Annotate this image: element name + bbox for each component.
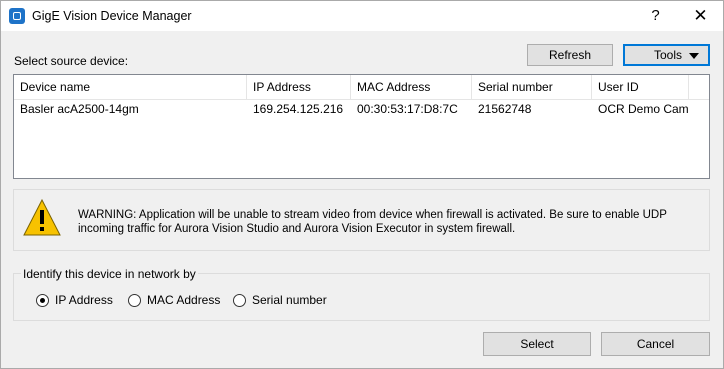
radio-label-serial-number: Serial number: [252, 293, 327, 307]
radio-mac-address[interactable]: MAC Address: [128, 293, 223, 309]
help-button[interactable]: ?: [633, 1, 678, 31]
dialog-window: GigE Vision Device Manager ? ✕ Select so…: [0, 0, 724, 369]
radio-indicator: [233, 294, 246, 307]
warning-panel: WARNING: Application will be unable to s…: [13, 189, 710, 251]
identify-group-title: Identify this device in network by: [21, 267, 198, 281]
chevron-down-icon: [689, 53, 699, 59]
column-header-serial-number[interactable]: Serial number: [472, 75, 592, 99]
cell-ip-address: 169.254.125.216: [253, 102, 344, 116]
column-header-mac-address[interactable]: MAC Address: [351, 75, 472, 99]
tools-dropdown-button[interactable]: Tools: [623, 44, 710, 66]
select-button[interactable]: Select: [483, 332, 591, 356]
radio-label-mac-address: MAC Address: [147, 293, 221, 307]
device-list-header: Device name IP Address MAC Address Seria…: [14, 75, 709, 100]
radio-indicator: [128, 294, 141, 307]
column-header-ip-address[interactable]: IP Address: [247, 75, 351, 99]
column-header-user-id[interactable]: User ID: [592, 75, 689, 99]
radio-ip-address[interactable]: IP Address: [36, 293, 116, 309]
cell-user-id: OCR Demo Cam...: [598, 102, 689, 116]
select-source-label: Select source device:: [14, 54, 129, 68]
warning-message: WARNING: Application will be unable to s…: [78, 209, 667, 235]
cancel-button[interactable]: Cancel: [601, 332, 710, 356]
column-header-device-name[interactable]: Device name: [14, 75, 247, 99]
radio-label-ip-address: IP Address: [55, 293, 113, 307]
app-icon: [9, 8, 25, 24]
close-button[interactable]: ✕: [678, 1, 723, 31]
title-bar: GigE Vision Device Manager ? ✕: [1, 1, 723, 31]
tools-label: Tools: [654, 48, 683, 62]
refresh-button[interactable]: Refresh: [527, 44, 613, 66]
radio-indicator-checked: [36, 294, 49, 307]
device-list[interactable]: Device name IP Address MAC Address Seria…: [13, 74, 710, 179]
table-row[interactable]: Basler acA2500-14gm 169.254.125.216 00:3…: [14, 99, 709, 119]
cell-device-name: Basler acA2500-14gm: [20, 102, 139, 116]
warning-triangle-icon: [23, 198, 61, 236]
cell-mac-address: 00:30:53:17:D8:7C: [357, 102, 458, 116]
cell-serial-number: 21562748: [478, 102, 532, 116]
window-title: GigE Vision Device Manager: [32, 9, 192, 23]
radio-serial-number[interactable]: Serial number: [233, 293, 328, 309]
